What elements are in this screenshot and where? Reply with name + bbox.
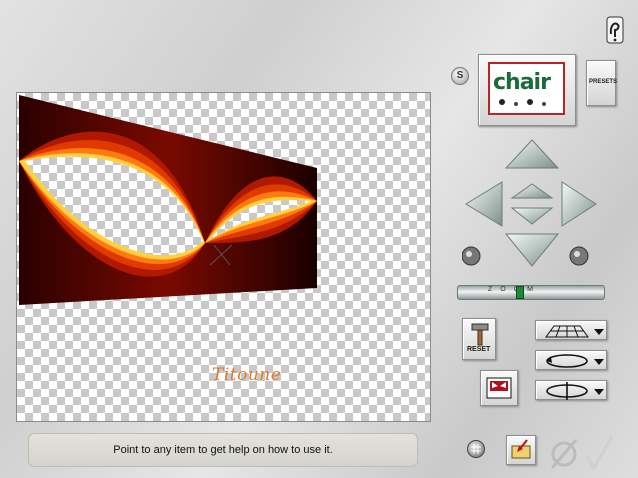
arrow-down-icon[interactable]	[504, 233, 560, 267]
help-icon[interactable]	[606, 16, 624, 44]
ok-check-icon[interactable]	[584, 432, 614, 472]
zoom-slider[interactable]: ZOOM	[457, 285, 605, 300]
reset-button[interactable]: RESET	[462, 318, 496, 360]
zoom-slider-thumb[interactable]	[516, 286, 524, 299]
rotate-right-icon[interactable]	[569, 246, 589, 266]
center-up-icon[interactable]	[510, 183, 554, 199]
ellipse-loop-icon	[546, 354, 604, 368]
arrow-left-icon[interactable]	[465, 181, 503, 227]
grid-icon[interactable]	[467, 440, 485, 458]
presets-button[interactable]: PRESETS	[586, 60, 618, 106]
center-down-icon[interactable]	[510, 207, 554, 225]
hammer-icon	[471, 323, 489, 346]
s-button-icon[interactable]: S	[451, 67, 469, 85]
signature-watermark: Titoune	[212, 365, 282, 385]
mask-icon	[486, 377, 512, 399]
help-text: Point to any item to get help on how to …	[113, 444, 333, 456]
grid-plane-icon	[545, 325, 604, 338]
cancel-icon[interactable]	[546, 436, 582, 472]
direction-pad	[462, 139, 597, 267]
loop-dropdown[interactable]	[535, 350, 607, 370]
arrow-up-icon[interactable]	[504, 139, 560, 169]
rotate-loop-icon	[546, 382, 604, 400]
rotation-dropdown[interactable]	[535, 380, 607, 400]
import-icon[interactable]	[506, 435, 536, 465]
arrow-right-icon[interactable]	[561, 181, 597, 227]
preset-thumbnail[interactable]: chair	[478, 54, 576, 126]
presets-label: PRESETS	[589, 79, 618, 85]
preview-canvas[interactable]: Titoune	[16, 92, 431, 422]
preset-preview: chair	[488, 62, 565, 115]
plane-grid-dropdown[interactable]	[535, 320, 607, 340]
rotate-left-icon[interactable]	[462, 246, 481, 266]
reset-label: RESET	[467, 346, 491, 353]
zoom-label: ZOOM	[488, 286, 541, 293]
preset-thumb-text: chair	[493, 70, 551, 95]
mask-button[interactable]	[480, 370, 518, 406]
help-status-bar: Point to any item to get help on how to …	[28, 433, 418, 467]
